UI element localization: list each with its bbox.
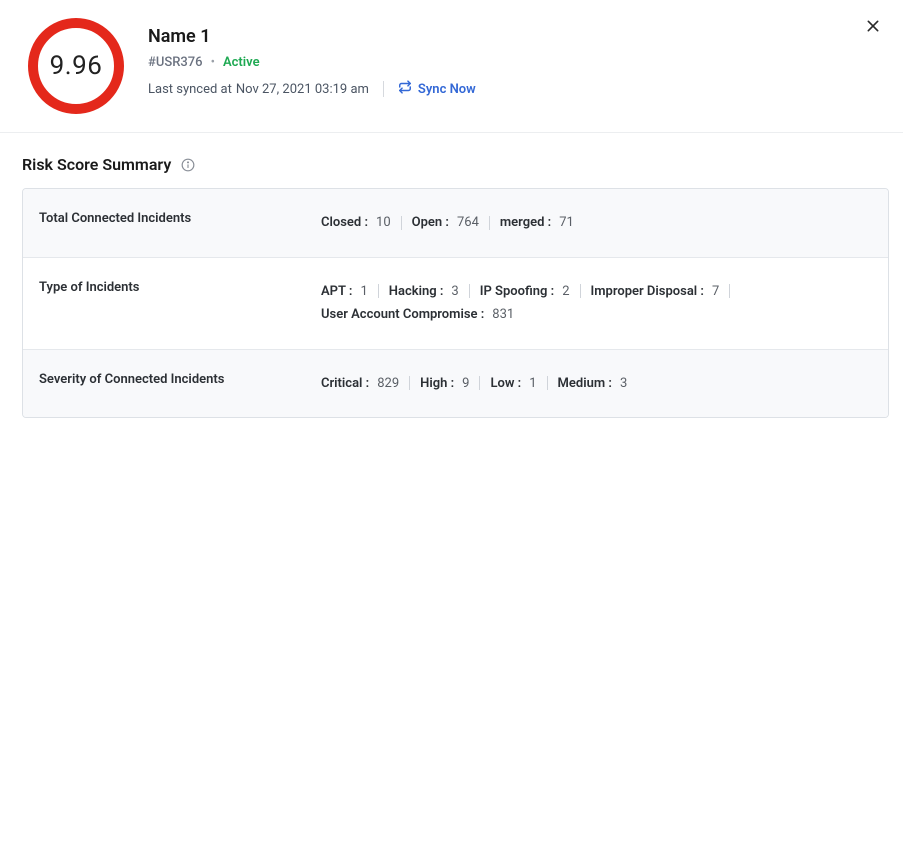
stat-group: IP Spoofing : 2 — [480, 280, 570, 303]
stat-value: 1 — [360, 280, 367, 303]
stat-value: 9 — [462, 372, 469, 395]
sync-now-label: Sync Now — [418, 82, 476, 97]
dot-separator: • — [211, 55, 215, 70]
section-title-row: Risk Score Summary — [22, 155, 889, 174]
stat-separator — [729, 284, 730, 298]
header-info: Name 1 #USR376 • Active Last synced at N… — [148, 18, 863, 98]
stat-value: 3 — [451, 280, 458, 303]
stat-group: High : 9 — [420, 372, 469, 395]
stat-value: 829 — [377, 372, 399, 395]
stat-label: Low : — [490, 372, 521, 395]
stat-value: 764 — [457, 211, 479, 234]
header: 9.96 Name 1 #USR376 • Active Last synced… — [0, 0, 903, 133]
row-stats: APT : 1 Hacking : 3 IP Spoofing : 2 Improper D… — [321, 280, 872, 327]
stat-group: User Account Compromise : 831 — [321, 303, 514, 326]
stat-value: 10 — [376, 211, 391, 234]
row-label: Severity of Connected Incidents — [39, 372, 321, 387]
stat-value: 7 — [712, 280, 719, 303]
close-icon — [865, 19, 881, 38]
stat-separator — [409, 376, 410, 390]
stat-group: Low : 1 — [490, 372, 536, 395]
stat-value: 1 — [529, 372, 536, 395]
stat-label: Improper Disposal : — [591, 280, 704, 303]
entity-name: Name 1 — [148, 26, 863, 47]
stat-label: APT : — [321, 280, 352, 303]
sync-row: Last synced at Nov 27, 2021 03:19 am Syn… — [148, 80, 863, 98]
stat-group: Hacking : 3 — [389, 280, 459, 303]
stat-label: High : — [420, 372, 454, 395]
risk-score-circle: 9.96 — [28, 18, 124, 114]
user-id: #USR376 — [148, 55, 203, 70]
vertical-separator — [383, 81, 384, 97]
meta-row: #USR376 • Active — [148, 55, 863, 70]
row-label: Type of Incidents — [39, 280, 321, 295]
stat-separator — [401, 216, 402, 230]
row-total-incidents: Total Connected Incidents Closed : 10 Open… — [23, 189, 888, 257]
stat-label: IP Spoofing : — [480, 280, 554, 303]
section-title: Risk Score Summary — [22, 155, 171, 174]
stat-group: APT : 1 — [321, 280, 368, 303]
last-synced-label: Last synced at — [148, 82, 232, 97]
stat-label: Critical : — [321, 372, 369, 395]
stat-label: merged : — [500, 211, 551, 234]
summary-box: Total Connected Incidents Closed : 10 Open… — [22, 188, 889, 418]
stat-group: Closed : 10 — [321, 211, 391, 234]
stat-label: User Account Compromise : — [321, 303, 484, 326]
stat-separator — [378, 284, 379, 298]
stat-separator — [489, 216, 490, 230]
stat-separator — [580, 284, 581, 298]
stat-separator — [479, 376, 480, 390]
stat-group: Critical : 829 — [321, 372, 399, 395]
row-label: Total Connected Incidents — [39, 211, 321, 226]
sync-icon — [398, 80, 418, 98]
row-severity-incidents: Severity of Connected Incidents Critical… — [23, 349, 888, 418]
stat-group: Open : 764 — [412, 211, 479, 234]
stat-label: Open : — [412, 211, 449, 234]
stat-group: Medium : 3 — [558, 372, 628, 395]
info-icon[interactable] — [181, 158, 195, 172]
stat-value: 71 — [559, 211, 574, 234]
stat-value: 831 — [492, 303, 514, 326]
row-type-incidents: Type of Incidents APT : 1 Hacking : 3 IP Spo… — [23, 257, 888, 349]
stat-value: 3 — [620, 372, 627, 395]
stat-separator — [547, 376, 548, 390]
stat-value: 2 — [562, 280, 569, 303]
last-synced-date: Nov 27, 2021 03:19 am — [236, 82, 369, 97]
status-badge: Active — [223, 55, 260, 70]
stat-label: Hacking : — [389, 280, 444, 303]
sync-now-button[interactable]: Sync Now — [398, 80, 476, 98]
stat-group: merged : 71 — [500, 211, 574, 234]
row-stats: Critical : 829 High : 9 Low : 1 Medium : 3 — [321, 372, 872, 396]
stat-label: Closed : — [321, 211, 368, 234]
risk-score-value: 9.96 — [50, 51, 103, 81]
close-button[interactable] — [863, 16, 883, 39]
stat-group: Improper Disposal : 7 — [591, 280, 720, 303]
content: Risk Score Summary Total Connected Incid… — [0, 133, 903, 418]
stat-label: Medium : — [558, 372, 612, 395]
row-stats: Closed : 10 Open : 764 merged : 71 — [321, 211, 872, 235]
stat-separator — [469, 284, 470, 298]
